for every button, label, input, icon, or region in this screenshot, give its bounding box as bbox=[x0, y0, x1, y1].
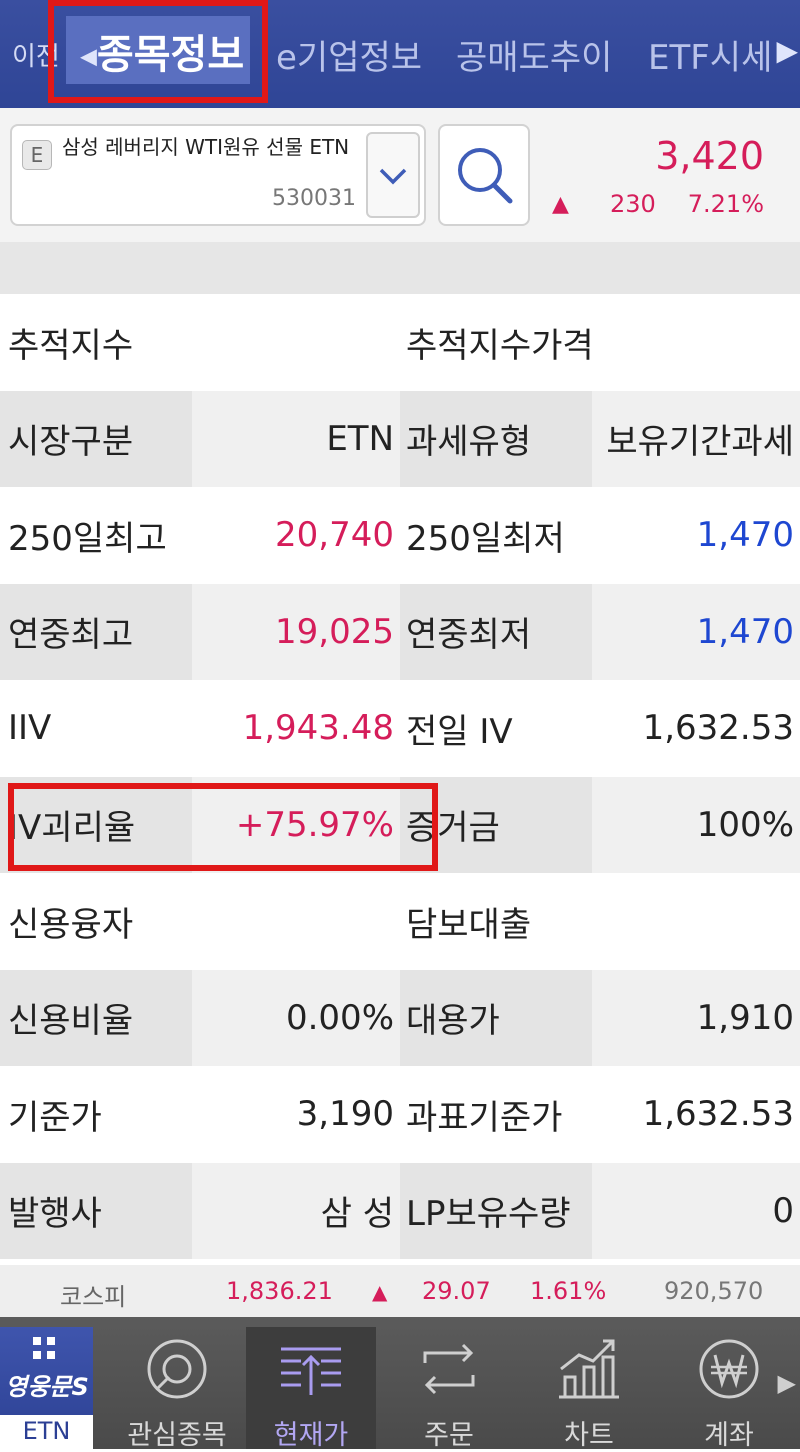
chevron-right-icon[interactable]: ▶ bbox=[776, 34, 798, 67]
stock-name: 삼성 레버리지 WTI원유 선물 ETN bbox=[62, 135, 350, 159]
current-price-icon bbox=[281, 1347, 341, 1395]
nav-order[interactable]: 주문 bbox=[384, 1327, 514, 1451]
price-change: 230 bbox=[610, 190, 656, 218]
up-triangle-icon: ▲ bbox=[552, 192, 569, 217]
table-row: IIV 1,943.48 전일 IV 1,632.53 bbox=[0, 680, 800, 777]
row-value: 1,910 bbox=[592, 969, 800, 1066]
row-value bbox=[192, 294, 400, 391]
ticker-index-value: 1,836.21 bbox=[226, 1277, 333, 1305]
row-value: 1,943.48 bbox=[192, 680, 400, 777]
row-value: 1,470 bbox=[592, 583, 800, 680]
current-price: 3,420 bbox=[655, 134, 764, 178]
nav-order-label: 주문 bbox=[424, 1420, 474, 1451]
row-label: 과세유형 bbox=[400, 390, 592, 487]
stock-code: 530031 bbox=[272, 186, 356, 211]
row-value: 1,470 bbox=[592, 487, 800, 584]
row-label: 발행사 bbox=[0, 1162, 192, 1259]
row-value bbox=[192, 873, 400, 970]
row-value: 0.00% bbox=[192, 969, 400, 1066]
nav-account-label: 계좌 bbox=[704, 1420, 754, 1451]
stock-dropdown-button[interactable] bbox=[366, 132, 420, 218]
highlight-box-iv-deviation bbox=[8, 783, 438, 871]
row-label: 담보대출 bbox=[400, 873, 592, 970]
logo-background: 영웅문S bbox=[0, 1327, 93, 1415]
row-label: LP보유수량 bbox=[400, 1162, 592, 1259]
row-label: 기준가 bbox=[0, 1066, 192, 1163]
nav-current-price-label: 현재가 bbox=[273, 1420, 349, 1451]
row-value: 20,740 bbox=[192, 487, 400, 584]
row-value: ETN bbox=[192, 390, 400, 487]
row-value: 19,025 bbox=[192, 583, 400, 680]
row-label: 시장구분 bbox=[0, 390, 192, 487]
nav-chart[interactable]: 차트 bbox=[524, 1327, 654, 1451]
index-ticker[interactable]: 코스피 1,836.21 ▲ 29.07 1.61% 920,570 bbox=[0, 1265, 800, 1317]
tab-e-company-info[interactable]: e기업정보 bbox=[276, 30, 422, 79]
table-row: 기준가 3,190 과표기준가 1,632.53 bbox=[0, 1066, 800, 1163]
row-label: 대용가 bbox=[400, 969, 592, 1066]
row-value bbox=[592, 873, 800, 970]
table-row: 신용융자 담보대출 bbox=[0, 873, 800, 970]
nav-current-price[interactable]: 현재가 bbox=[246, 1327, 376, 1451]
chart-icon bbox=[559, 1339, 619, 1399]
row-label: 전일 IV bbox=[400, 680, 592, 777]
app-menu-label: ETN bbox=[22, 1417, 71, 1445]
row-value: 0 bbox=[592, 1162, 800, 1259]
order-icon bbox=[423, 1343, 475, 1395]
stock-search-row: E 삼성 레버리지 WTI원유 선물 ETN 530031 3,420 ▲ 23… bbox=[0, 108, 800, 242]
row-value: 1,632.53 bbox=[592, 680, 800, 777]
row-label: 과표기준가 bbox=[400, 1066, 592, 1163]
row-value: 100% bbox=[592, 776, 800, 873]
table-row: 추적지수 추적지수가격 bbox=[0, 294, 800, 391]
watchlist-icon bbox=[147, 1339, 207, 1399]
table-row: 발행사 삼 성 LP보유수량 0 bbox=[0, 1162, 800, 1259]
etn-badge: E bbox=[22, 140, 52, 170]
grid-icon bbox=[33, 1337, 55, 1359]
row-label: 250일최고 bbox=[0, 487, 192, 584]
won-icon bbox=[699, 1339, 759, 1399]
row-value: 3,190 bbox=[192, 1066, 400, 1163]
row-label: 신용융자 bbox=[0, 873, 192, 970]
tab-short-selling[interactable]: 공매도추이 bbox=[456, 30, 612, 79]
nav-watchlist[interactable]: 관심종목 bbox=[112, 1327, 242, 1451]
ticker-index-name: 코스피 bbox=[60, 1283, 127, 1311]
row-label: 추적지수 bbox=[0, 294, 192, 391]
table-row: 연중최고 19,025 연중최저 1,470 bbox=[0, 583, 800, 680]
row-value: 1,632.53 bbox=[592, 1066, 800, 1163]
chevron-down-icon bbox=[379, 168, 407, 185]
ticker-change-percent: 1.61% bbox=[530, 1277, 607, 1305]
chevron-right-icon[interactable]: ▶ bbox=[778, 1369, 796, 1397]
search-icon bbox=[458, 148, 513, 204]
row-label: 추적지수가격 bbox=[400, 294, 594, 391]
up-triangle-icon: ▲ bbox=[372, 1280, 388, 1304]
top-tab-bar: 이전 ◀종목정보 e기업정보 공매도추이 ETF시세 ▶ bbox=[0, 0, 800, 108]
row-value: 삼 성 bbox=[192, 1162, 400, 1259]
tab-etf-quote[interactable]: ETF시세 bbox=[648, 30, 772, 79]
row-label: 연중최고 bbox=[0, 583, 192, 680]
row-label: 250일최저 bbox=[400, 487, 592, 584]
bottom-nav: 영웅문S ETN 관심종목 현재가 주문 차트 계좌 ▶ bbox=[0, 1317, 800, 1451]
table-row: 시장구분 ETN 과세유형 보유기간과세 bbox=[0, 390, 800, 487]
nav-account[interactable]: 계좌 bbox=[664, 1327, 794, 1451]
table-row: 250일최고 20,740 250일최저 1,470 bbox=[0, 487, 800, 584]
stock-info-table: 추적지수 추적지수가격 시장구분 ETN 과세유형 보유기간과세 250일최고 … bbox=[0, 294, 800, 1259]
search-button[interactable] bbox=[438, 124, 530, 226]
app-menu-button[interactable]: 영웅문S ETN bbox=[0, 1327, 93, 1449]
nav-watchlist-label: 관심종목 bbox=[127, 1420, 227, 1451]
row-label: IIV bbox=[0, 680, 192, 777]
stock-selector[interactable]: E 삼성 레버리지 WTI원유 선물 ETN 530031 bbox=[10, 124, 426, 226]
price-change-percent: 7.21% bbox=[687, 190, 764, 218]
highlight-box-tab bbox=[48, 0, 268, 103]
ticker-volume: 920,570 bbox=[664, 1277, 764, 1305]
row-value bbox=[592, 294, 800, 391]
row-label: 연중최저 bbox=[400, 583, 592, 680]
row-label: 신용비율 bbox=[0, 969, 192, 1066]
row-value: 보유기간과세 bbox=[592, 390, 800, 487]
table-row: 신용비율 0.00% 대용가 1,910 bbox=[0, 969, 800, 1066]
app-logo-text: 영웅문S bbox=[5, 1373, 89, 1401]
section-divider bbox=[0, 242, 800, 294]
ticker-change: 29.07 bbox=[422, 1277, 491, 1305]
nav-chart-label: 차트 bbox=[564, 1420, 614, 1451]
